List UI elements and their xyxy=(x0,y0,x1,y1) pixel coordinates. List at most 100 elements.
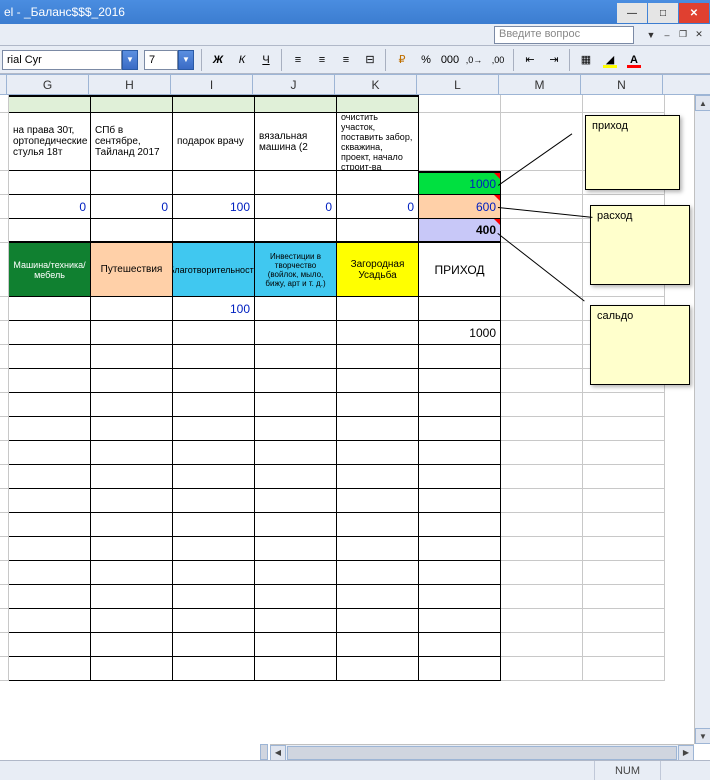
cell[interactable] xyxy=(0,441,9,465)
cell[interactable] xyxy=(419,441,501,465)
cell[interactable] xyxy=(419,369,501,393)
cell[interactable] xyxy=(9,345,91,369)
cell[interactable] xyxy=(9,537,91,561)
cell[interactable] xyxy=(255,537,337,561)
doc-minimize-button[interactable]: – xyxy=(660,28,674,42)
header-income[interactable]: ПРИХОД xyxy=(419,243,501,297)
cell[interactable] xyxy=(91,393,173,417)
dropdown-icon[interactable]: ▼ xyxy=(644,28,658,42)
cell[interactable] xyxy=(91,95,173,113)
borders-button[interactable]: ▦ xyxy=(575,49,597,71)
cell[interactable] xyxy=(337,393,419,417)
cell[interactable] xyxy=(419,537,501,561)
comment-income[interactable]: приход xyxy=(585,115,680,190)
cell[interactable] xyxy=(501,657,583,681)
cell[interactable] xyxy=(501,537,583,561)
currency-button[interactable]: ₽ xyxy=(391,49,413,71)
cell[interactable] xyxy=(91,657,173,681)
cell[interactable] xyxy=(337,489,419,513)
cell[interactable] xyxy=(583,95,665,113)
font-name-select[interactable]: rial Cyr xyxy=(2,50,122,70)
fill-color-button[interactable]: ◢ xyxy=(599,49,621,71)
cell[interactable] xyxy=(337,561,419,585)
cell-balance[interactable]: 400 xyxy=(419,219,501,243)
header-invest[interactable]: Инвестиции в творчество (войлок, мыло, б… xyxy=(255,243,337,297)
comment-balance[interactable]: сальдо xyxy=(590,305,690,385)
cell[interactable] xyxy=(337,297,419,321)
cell[interactable] xyxy=(583,633,665,657)
cell[interactable] xyxy=(419,345,501,369)
cell[interactable] xyxy=(255,561,337,585)
cell[interactable] xyxy=(91,633,173,657)
cell[interactable]: на права 30т, ортопедические стулья 18т xyxy=(9,113,91,171)
cell[interactable] xyxy=(91,345,173,369)
cell[interactable] xyxy=(337,537,419,561)
cell[interactable] xyxy=(255,489,337,513)
cell[interactable] xyxy=(0,195,9,219)
cell[interactable]: СПб в сентябре, Тайланд 2017 xyxy=(91,113,173,171)
cell[interactable] xyxy=(9,219,91,243)
cell[interactable] xyxy=(337,633,419,657)
ask-question-box[interactable]: Введите вопрос xyxy=(494,26,634,44)
cell[interactable] xyxy=(501,561,583,585)
cell[interactable] xyxy=(91,513,173,537)
cell[interactable]: 1000 xyxy=(419,321,501,345)
cell[interactable] xyxy=(173,321,255,345)
cell[interactable] xyxy=(91,465,173,489)
increase-indent-button[interactable]: ⇥ xyxy=(543,49,565,71)
cell[interactable] xyxy=(583,417,665,441)
cell[interactable] xyxy=(583,585,665,609)
cell-income[interactable]: 1000 xyxy=(419,171,501,195)
comma-button[interactable]: 000 xyxy=(439,49,461,71)
header-machine[interactable]: Машина/техника/мебель xyxy=(9,243,91,297)
cell[interactable] xyxy=(9,95,91,113)
font-name-dropdown-icon[interactable]: ▼ xyxy=(122,50,138,70)
vertical-scrollbar[interactable]: ▲ ▼ xyxy=(694,95,710,744)
cell[interactable] xyxy=(9,633,91,657)
decrease-indent-button[interactable]: ⇤ xyxy=(519,49,541,71)
cell[interactable] xyxy=(583,513,665,537)
cell[interactable] xyxy=(0,369,9,393)
grid[interactable]: на права 30т, ортопедические стулья 18т … xyxy=(0,95,710,681)
col-h[interactable]: H xyxy=(89,75,171,94)
cell[interactable] xyxy=(419,513,501,537)
align-right-button[interactable]: ≡ xyxy=(335,49,357,71)
col-n[interactable]: N xyxy=(581,75,663,94)
cell[interactable] xyxy=(337,585,419,609)
cell[interactable] xyxy=(255,345,337,369)
rowhead-stub[interactable] xyxy=(0,75,7,94)
cell[interactable] xyxy=(255,657,337,681)
cell[interactable] xyxy=(173,489,255,513)
cell[interactable] xyxy=(9,297,91,321)
cell[interactable] xyxy=(255,417,337,441)
col-i[interactable]: I xyxy=(171,75,253,94)
col-l[interactable]: L xyxy=(417,75,499,94)
cell[interactable] xyxy=(0,321,9,345)
cell-expense[interactable]: 600 xyxy=(419,195,501,219)
cell[interactable] xyxy=(501,489,583,513)
cell[interactable] xyxy=(0,513,9,537)
cell[interactable] xyxy=(501,321,583,345)
cell[interactable] xyxy=(419,113,501,171)
cell[interactable] xyxy=(91,561,173,585)
cell[interactable] xyxy=(255,633,337,657)
cell[interactable]: 0 xyxy=(337,195,419,219)
cell[interactable] xyxy=(501,369,583,393)
col-k[interactable]: K xyxy=(335,75,417,94)
cell[interactable] xyxy=(501,609,583,633)
cell[interactable] xyxy=(583,561,665,585)
cell[interactable] xyxy=(9,465,91,489)
cell[interactable] xyxy=(583,609,665,633)
cell[interactable] xyxy=(583,489,665,513)
cell[interactable] xyxy=(255,609,337,633)
font-size-select[interactable]: 7 xyxy=(144,50,178,70)
cell[interactable]: 100 xyxy=(173,297,255,321)
cell[interactable] xyxy=(501,393,583,417)
cell[interactable] xyxy=(501,95,583,113)
cell[interactable] xyxy=(173,219,255,243)
cell[interactable] xyxy=(9,171,91,195)
cell[interactable] xyxy=(419,465,501,489)
cell[interactable] xyxy=(337,321,419,345)
scroll-down-icon[interactable]: ▼ xyxy=(695,728,710,744)
cell[interactable] xyxy=(419,297,501,321)
